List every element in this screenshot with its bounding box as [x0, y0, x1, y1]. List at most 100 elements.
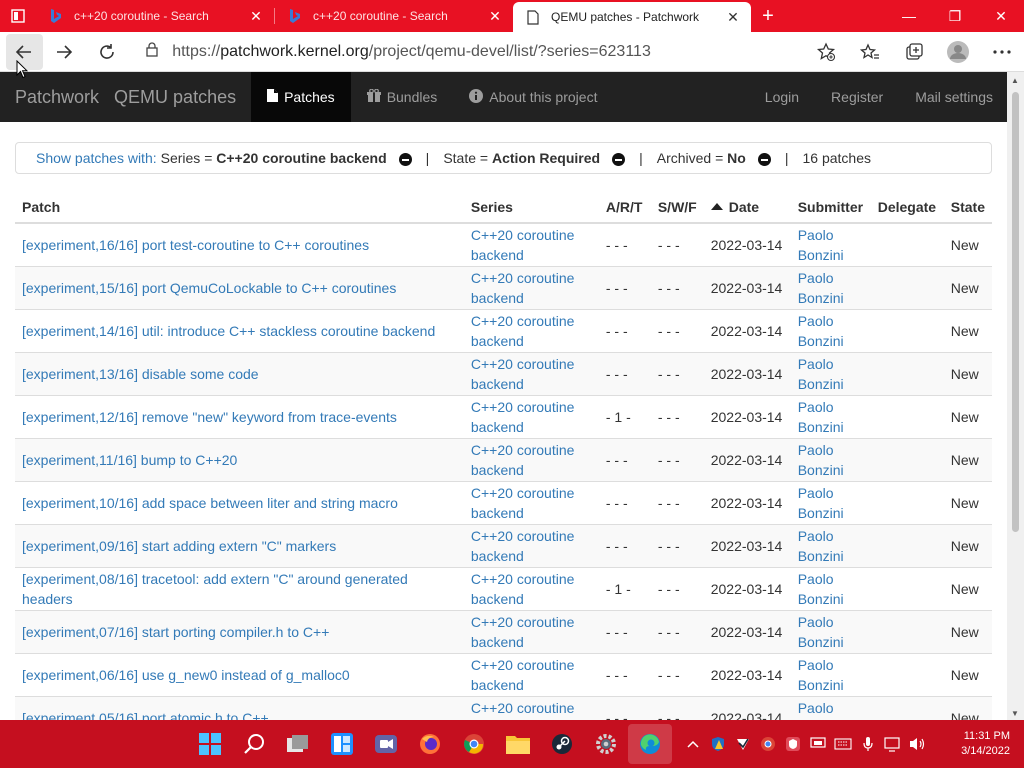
show-patches-toggle[interactable]: Show patches with: — [36, 150, 157, 166]
nav-bundles[interactable]: Bundles — [351, 72, 454, 122]
collections-icon[interactable] — [892, 40, 936, 64]
nav-login[interactable]: Login — [749, 72, 815, 122]
scroll-down-icon[interactable]: ▼ — [1011, 709, 1019, 718]
minimize-icon[interactable]: — — [886, 0, 932, 32]
display-tray-icon[interactable] — [805, 737, 830, 751]
favorites-icon[interactable] — [848, 40, 892, 64]
microphone-icon[interactable] — [855, 736, 880, 752]
search-icon[interactable] — [232, 724, 276, 764]
series-link[interactable]: C++20 coroutine backend — [471, 399, 575, 435]
patch-title-link[interactable]: [experiment,09/16] start adding extern "… — [22, 538, 336, 554]
col-series[interactable]: Series — [463, 192, 599, 224]
show-hidden-icons-icon[interactable] — [680, 740, 705, 748]
close-tab-icon[interactable]: ✕ — [487, 8, 503, 25]
system-clock[interactable]: 11:31 PM 3/14/2022 — [961, 729, 1010, 759]
submitter-link[interactable]: Paolo Bonzini — [798, 356, 844, 392]
browser-menu-icon[interactable] — [0, 0, 36, 32]
submitter-link[interactable]: Paolo Bonzini — [798, 700, 844, 720]
profile-avatar-icon[interactable] — [936, 40, 980, 64]
patch-title-link[interactable]: [experiment,12/16] remove "new" keyword … — [22, 409, 397, 425]
remove-filter-icon[interactable] — [612, 152, 626, 166]
add-favorite-icon[interactable] — [804, 40, 848, 64]
series-link[interactable]: C++20 coroutine backend — [471, 313, 575, 349]
nav-mail-settings[interactable]: Mail settings — [899, 72, 1007, 122]
submitter-link[interactable]: Paolo Bonzini — [798, 227, 844, 263]
security-icon[interactable] — [705, 736, 730, 752]
more-options-icon[interactable] — [980, 40, 1024, 64]
task-view-icon[interactable] — [276, 724, 320, 764]
firefox-icon[interactable] — [408, 724, 452, 764]
patch-title-link[interactable]: [experiment,15/16] port QemuCoLockable t… — [22, 280, 396, 296]
patch-title-link[interactable]: [experiment,13/16] disable some code — [22, 366, 259, 382]
remove-filter-icon[interactable] — [398, 152, 412, 166]
address-bar[interactable]: https://patchwork.kernel.org/project/qem… — [134, 36, 796, 68]
nav-patches[interactable]: Patches — [251, 72, 351, 122]
col-date[interactable]: Date — [703, 192, 791, 224]
patch-title-link[interactable]: [experiment,05/16] port atomic.h to C++ — [22, 710, 269, 720]
submitter-link[interactable]: Paolo Bonzini — [798, 528, 844, 564]
patch-title-link[interactable]: [experiment,16/16] port test-coroutine t… — [22, 237, 369, 253]
widgets-icon[interactable] — [320, 724, 364, 764]
submitter-link[interactable]: Paolo Bonzini — [798, 442, 844, 478]
series-link[interactable]: C++20 coroutine backend — [471, 270, 575, 306]
submitter-link[interactable]: Paolo Bonzini — [798, 399, 844, 435]
start-icon[interactable] — [188, 724, 232, 764]
submitter-link[interactable]: Paolo Bonzini — [798, 614, 844, 650]
submitter-link[interactable]: Paolo Bonzini — [798, 657, 844, 693]
shield-tray-icon[interactable] — [780, 736, 805, 752]
col-patch[interactable]: Patch — [15, 192, 464, 224]
col-swf[interactable]: S/W/F — [650, 192, 704, 224]
series-link[interactable]: C++20 coroutine backend — [471, 571, 575, 607]
submitter-link[interactable]: Paolo Bonzini — [798, 571, 844, 607]
col-art[interactable]: A/R/T — [598, 192, 651, 224]
nav-about[interactable]: About this project — [453, 72, 613, 122]
network-icon[interactable] — [880, 736, 905, 752]
patch-title-link[interactable]: [experiment,08/16] tracetool: add extern… — [22, 571, 408, 607]
series-link[interactable]: C++20 coroutine backend — [471, 485, 575, 521]
series-link[interactable]: C++20 coroutine backend — [471, 614, 575, 650]
steam-icon[interactable] — [540, 724, 584, 764]
page-scrollbar[interactable]: ▲ ▼ — [1007, 72, 1024, 720]
brand-link[interactable]: Patchwork — [0, 87, 99, 108]
volume-icon[interactable] — [905, 736, 930, 752]
tab-patchwork[interactable]: QEMU patches - Patchwork ✕ — [513, 2, 751, 32]
remove-filter-icon[interactable] — [757, 152, 771, 166]
series-link[interactable]: C++20 coroutine backend — [471, 227, 575, 263]
nav-register[interactable]: Register — [815, 72, 899, 122]
chrome-icon[interactable] — [452, 724, 496, 764]
patch-title-link[interactable]: [experiment,07/16] start porting compile… — [22, 624, 329, 640]
tab-search-2[interactable]: c++20 coroutine - Search ✕ — [275, 0, 513, 32]
close-window-icon[interactable]: ✕ — [978, 0, 1024, 32]
series-link[interactable]: C++20 coroutine backend — [471, 700, 575, 720]
col-state[interactable]: State — [943, 192, 992, 224]
edge-icon[interactable] — [628, 724, 672, 764]
project-link[interactable]: QEMU patches — [99, 87, 251, 108]
settings-icon[interactable] — [584, 724, 628, 764]
col-submitter[interactable]: Submitter — [790, 192, 871, 224]
series-link[interactable]: C++20 coroutine backend — [471, 356, 575, 392]
submitter-link[interactable]: Paolo Bonzini — [798, 485, 844, 521]
series-link[interactable]: C++20 coroutine backend — [471, 442, 575, 478]
chrome-tray-icon[interactable] — [755, 736, 780, 752]
series-link[interactable]: C++20 coroutine backend — [471, 528, 575, 564]
teams-chat-icon[interactable] — [364, 724, 408, 764]
submitter-link[interactable]: Paolo Bonzini — [798, 270, 844, 306]
patch-title-link[interactable]: [experiment,14/16] util: introduce C++ s… — [22, 323, 435, 339]
close-tab-icon[interactable]: ✕ — [248, 8, 264, 25]
restore-icon[interactable]: ❐ — [932, 0, 978, 32]
steam-tray-icon[interactable] — [730, 736, 755, 752]
scrollbar-thumb[interactable] — [1012, 92, 1019, 532]
file-explorer-icon[interactable] — [496, 724, 540, 764]
close-tab-icon[interactable]: ✕ — [725, 9, 741, 26]
series-link[interactable]: C++20 coroutine backend — [471, 657, 575, 693]
col-delegate[interactable]: Delegate — [870, 192, 944, 224]
lock-icon[interactable] — [146, 41, 158, 62]
tab-search-1[interactable]: c++20 coroutine - Search ✕ — [36, 0, 274, 32]
refresh-button[interactable] — [86, 34, 129, 70]
submitter-link[interactable]: Paolo Bonzini — [798, 313, 844, 349]
keyboard-icon[interactable] — [830, 738, 855, 750]
patch-title-link[interactable]: [experiment,10/16] add space between lit… — [22, 495, 398, 511]
forward-button[interactable] — [43, 34, 86, 70]
new-tab-button[interactable]: + — [751, 0, 785, 32]
scroll-up-icon[interactable]: ▲ — [1011, 76, 1019, 85]
